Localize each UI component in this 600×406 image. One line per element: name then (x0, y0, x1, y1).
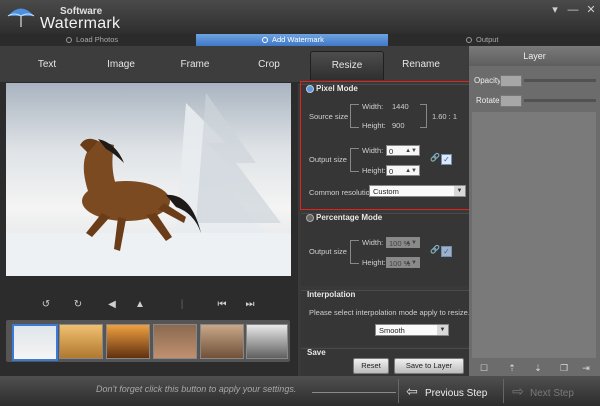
previous-step-button[interactable]: ⇦ Previous Step (398, 379, 504, 403)
step-dot-icon (466, 37, 472, 44)
save-to-layer-button[interactable]: Save to Layer (394, 358, 464, 374)
save-title: Save (307, 348, 326, 357)
spinner-arrows-icon[interactable]: ▲▼ (405, 238, 417, 249)
interpolation-select[interactable]: Smooth ▼ (375, 324, 449, 336)
apply-hint: Don't forget click this button to apply … (96, 384, 297, 394)
pct-height-label: Height: (362, 258, 386, 267)
next-step-button[interactable]: ⇨ Next Step (506, 379, 598, 403)
previous-step-label: Previous Step (425, 388, 488, 399)
umbrella-logo-icon (7, 8, 35, 27)
preview-image (6, 83, 291, 276)
spinner-arrows-icon[interactable]: ▲▼ (405, 258, 417, 269)
thumbnail-item[interactable] (106, 324, 150, 359)
pct-height-spinner[interactable]: 100 % ▲▼ (386, 257, 420, 268)
pct-width-label: Width: (362, 238, 384, 247)
thumbnail-item[interactable] (153, 324, 197, 359)
toolbar-divider: | (180, 299, 184, 310)
thumbnail-item[interactable] (12, 324, 58, 361)
move-down-icon[interactable]: ⇣ (532, 363, 544, 374)
arrow-right-icon: ⇨ (512, 383, 524, 399)
layer-title: Layer (469, 46, 600, 66)
interpolation-title: Interpolation (307, 290, 356, 299)
opacity-slider[interactable] (524, 79, 596, 82)
interpolation-description: Please select interpolation mode apply t… (309, 308, 470, 317)
new-layer-icon[interactable]: ☐ (478, 363, 490, 374)
rotate-spinner[interactable] (500, 95, 522, 107)
pct-width-value: 100 (389, 239, 402, 248)
rotate-slider[interactable] (524, 99, 596, 102)
highlight-box (300, 81, 476, 210)
reset-button[interactable]: Reset (353, 358, 389, 374)
step-label: Output (476, 35, 499, 44)
pct-width-spinner[interactable]: 100 % ▲▼ (386, 237, 420, 248)
hint-arrow-line (312, 392, 396, 393)
rotate-label: Rotate (476, 96, 500, 105)
step-add-watermark[interactable]: Add Watermark (262, 34, 324, 46)
minimize-button[interactable]: — (566, 4, 580, 16)
link-chain-icon: 🔗 (430, 245, 440, 254)
tab-rename[interactable]: Rename (388, 51, 454, 79)
bracket-line (350, 240, 359, 264)
layer-list[interactable] (472, 112, 596, 358)
interpolation-value: Smooth (379, 326, 405, 335)
step-dot-icon (66, 37, 72, 44)
pct-keep-ratio-checkbox[interactable]: ✓ (441, 246, 452, 257)
rotate-right-icon[interactable]: ↻ (70, 298, 86, 312)
arrow-left-icon: ⇦ (406, 383, 418, 399)
chevron-down-icon: ▼ (437, 325, 448, 335)
pct-output-size-label: Output size (309, 247, 347, 256)
step-output[interactable]: Output (466, 34, 499, 46)
next-image-icon[interactable]: ⏭ (242, 298, 258, 312)
tab-frame[interactable]: Frame (162, 51, 228, 79)
app-name: Watermark (40, 15, 121, 32)
pct-height-value: 100 (389, 259, 402, 268)
tab-text[interactable]: Text (14, 51, 80, 79)
mirror-icon[interactable]: ▲ (132, 298, 148, 312)
tab-crop[interactable]: Crop (236, 51, 302, 79)
next-step-label: Next Step (530, 388, 574, 399)
tab-resize[interactable]: Resize (310, 51, 384, 80)
thumbnail-item[interactable] (59, 324, 103, 359)
copy-layer-icon[interactable]: ❐ (558, 363, 570, 374)
step-label: Add Watermark (272, 35, 324, 44)
step-label: Load Photos (76, 35, 119, 44)
flip-horizontal-icon[interactable]: ◀ (104, 298, 120, 312)
move-up-icon[interactable]: ⇡ (506, 363, 518, 374)
previous-image-icon[interactable]: ⏮ (214, 298, 230, 312)
thumbnail-item[interactable] (246, 324, 288, 359)
horse-photo (6, 93, 291, 276)
menu-button[interactable]: ▾ (548, 4, 562, 16)
close-button[interactable]: ✕ (584, 4, 598, 16)
thumbnail-item[interactable] (200, 324, 244, 359)
rotate-left-icon[interactable]: ↺ (38, 298, 54, 312)
step-dot-icon (262, 37, 268, 44)
tab-image[interactable]: Image (88, 51, 154, 79)
percentage-mode-title: Percentage Mode (316, 213, 383, 222)
export-icon[interactable]: ⇥ (580, 363, 592, 374)
step-load-photos[interactable]: Load Photos (66, 34, 118, 46)
opacity-spinner[interactable] (500, 75, 522, 87)
opacity-label: Opacity (474, 76, 502, 85)
